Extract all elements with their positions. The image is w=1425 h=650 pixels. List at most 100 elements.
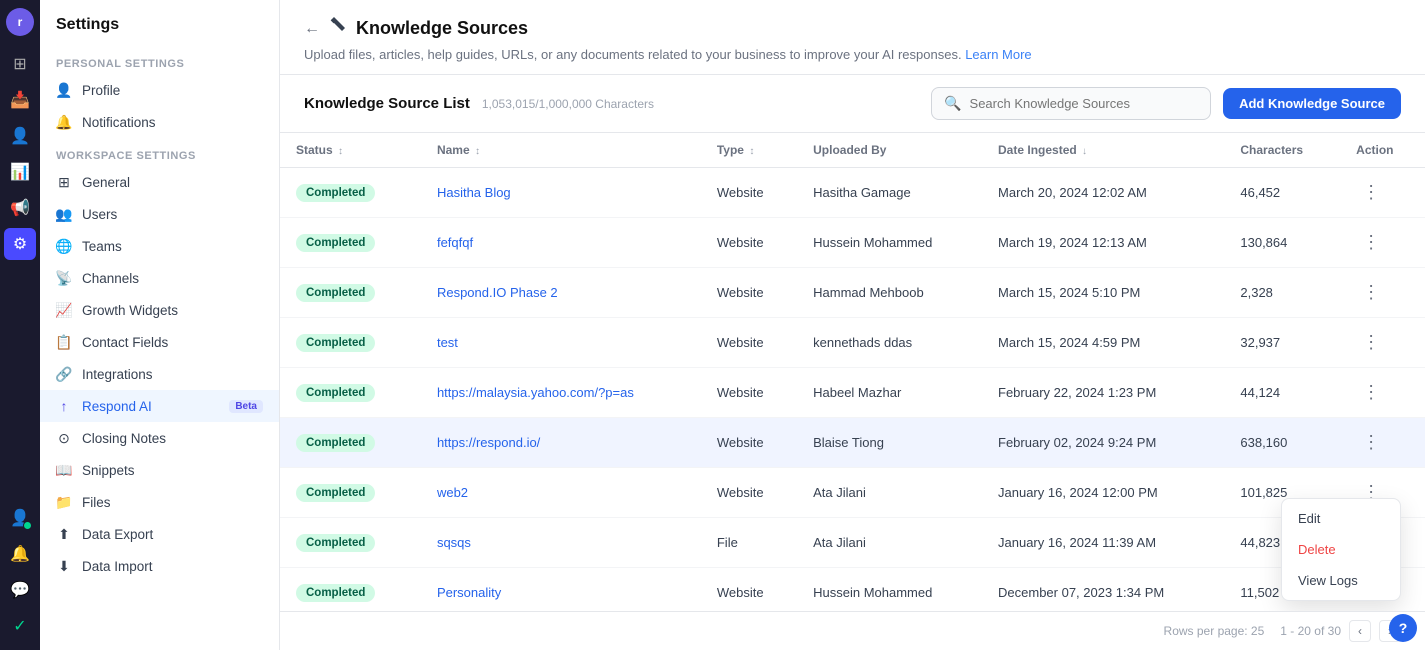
table-row: Completed Respond.IO Phase 2 Website Ham…	[280, 268, 1425, 318]
cell-status: Completed	[280, 468, 421, 518]
add-knowledge-source-button[interactable]: Add Knowledge Source	[1223, 88, 1401, 119]
sidebar-item-data-import-label: Data Import	[82, 559, 153, 574]
sidebar-item-teams[interactable]: 🌐 Teams	[40, 230, 279, 262]
cell-uploaded-by: Hussein Mohammed	[797, 568, 982, 612]
icon-chat[interactable]: 💬	[4, 574, 36, 606]
help-button[interactable]: ?	[1389, 614, 1417, 642]
cell-name: web2	[421, 468, 701, 518]
sidebar-item-closing-notes[interactable]: ⊙ Closing Notes	[40, 422, 279, 454]
row-action-button[interactable]: ⋮	[1356, 230, 1386, 255]
context-menu-view-logs[interactable]: View Logs	[1282, 565, 1400, 596]
context-menu: Edit Delete View Logs	[1281, 498, 1401, 601]
sidebar-item-users[interactable]: 👥 Users	[40, 198, 279, 230]
icon-contacts[interactable]: 👤	[4, 120, 36, 152]
row-action-button[interactable]: ⋮	[1356, 180, 1386, 205]
row-action-button[interactable]: ⋮	[1356, 280, 1386, 305]
knowledge-source-link[interactable]: web2	[437, 485, 468, 500]
page-title: Knowledge Sources	[356, 18, 528, 39]
status-badge: Completed	[296, 484, 375, 502]
icon-status[interactable]: 👤	[4, 502, 36, 534]
cell-action: ⋮	[1340, 268, 1425, 318]
knowledge-source-link[interactable]: https://respond.io/	[437, 435, 540, 450]
cell-uploaded-by: Hussein Mohammed	[797, 218, 982, 268]
sidebar-item-files[interactable]: 📁 Files	[40, 486, 279, 518]
cell-uploaded-by: Hammad Mehboob	[797, 268, 982, 318]
search-box: 🔍	[931, 87, 1211, 120]
sidebar-item-notifications[interactable]: 🔔 Notifications	[40, 106, 279, 138]
col-characters: Characters	[1224, 133, 1340, 168]
cell-status: Completed	[280, 168, 421, 218]
cell-characters: 32,937	[1224, 318, 1340, 368]
row-action-button[interactable]: ⋮	[1356, 380, 1386, 405]
cell-action: ⋮	[1340, 418, 1425, 468]
knowledge-source-link[interactable]: fefqfqf	[437, 235, 473, 250]
row-action-button[interactable]: ⋮	[1356, 330, 1386, 355]
status-badge: Completed	[296, 534, 375, 552]
sort-status-icon[interactable]: ↕	[338, 146, 343, 157]
page-subtitle: Upload files, articles, help guides, URL…	[304, 47, 1401, 62]
icon-settings[interactable]: ⚙	[4, 228, 36, 260]
workspace-settings-label: Workspace Settings	[40, 138, 279, 166]
col-name: Name ↕	[421, 133, 701, 168]
cell-name: Personality	[421, 568, 701, 612]
col-uploaded-by: Uploaded By	[797, 133, 982, 168]
cell-status: Completed	[280, 418, 421, 468]
growth-icon: 📈	[56, 302, 72, 318]
sidebar-item-profile[interactable]: 👤 Profile	[40, 74, 279, 106]
knowledge-source-link[interactable]: Personality	[437, 585, 501, 600]
context-menu-edit[interactable]: Edit	[1282, 503, 1400, 534]
sidebar-item-data-import[interactable]: ⬇ Data Import	[40, 550, 279, 582]
sidebar-item-growth-widgets[interactable]: 📈 Growth Widgets	[40, 294, 279, 326]
icon-dashboard[interactable]: ⊞	[4, 48, 36, 80]
cell-name: https://respond.io/	[421, 418, 701, 468]
cell-uploaded-by: Blaise Tiong	[797, 418, 982, 468]
table-row: Completed test Website kennethads ddas M…	[280, 318, 1425, 368]
channels-icon: 📡	[56, 270, 72, 286]
cell-status: Completed	[280, 568, 421, 612]
table-row: Completed Personality Website Hussein Mo…	[280, 568, 1425, 612]
context-menu-delete[interactable]: Delete	[1282, 534, 1400, 565]
sidebar-item-general[interactable]: ⊞ General	[40, 166, 279, 198]
icon-inbox[interactable]: 📥	[4, 84, 36, 116]
knowledge-sources-table: Status ↕ Name ↕ Type ↕ Uploaded By	[280, 133, 1425, 611]
cell-type: Website	[701, 468, 797, 518]
status-badge: Completed	[296, 384, 375, 402]
cell-action: ⋮	[1340, 218, 1425, 268]
sort-name-icon[interactable]: ↕	[475, 146, 480, 157]
icon-broadcast[interactable]: 📢	[4, 192, 36, 224]
icon-reports[interactable]: 📊	[4, 156, 36, 188]
sidebar-item-notifications-label: Notifications	[82, 115, 156, 130]
row-action-button[interactable]: ⋮	[1356, 430, 1386, 455]
teams-icon: 🌐	[56, 238, 72, 254]
sidebar-item-snippets[interactable]: 📖 Snippets	[40, 454, 279, 486]
sidebar-item-contact-fields[interactable]: 📋 Contact Fields	[40, 326, 279, 358]
sidebar-item-respond-ai[interactable]: ↑ Respond AI Beta	[40, 390, 279, 422]
sidebar: Settings Personal Settings 👤 Profile 🔔 N…	[40, 0, 280, 650]
sidebar-item-data-export[interactable]: ⬆ Data Export	[40, 518, 279, 550]
knowledge-source-link[interactable]: test	[437, 335, 458, 350]
sort-type-icon[interactable]: ↕	[749, 146, 754, 157]
sort-date-icon[interactable]: ↓	[1082, 146, 1087, 157]
cell-type: Website	[701, 268, 797, 318]
learn-more-link[interactable]: Learn More	[965, 47, 1031, 62]
icon-check[interactable]: ✓	[4, 610, 36, 642]
cell-status: Completed	[280, 268, 421, 318]
profile-icon: 👤	[56, 82, 72, 98]
knowledge-source-link[interactable]: sqsqs	[437, 535, 471, 550]
prev-page-button[interactable]: ‹	[1349, 620, 1371, 642]
knowledge-source-link[interactable]: Hasitha Blog	[437, 185, 511, 200]
cell-uploaded-by: Ata Jilani	[797, 518, 982, 568]
avatar[interactable]: r	[6, 8, 34, 36]
icon-notifications-bell[interactable]: 🔔	[4, 538, 36, 570]
knowledge-source-link[interactable]: Respond.IO Phase 2	[437, 285, 558, 300]
respond-ai-icon: ↑	[56, 398, 72, 414]
sidebar-item-channels-label: Channels	[82, 271, 139, 286]
cell-type: File	[701, 518, 797, 568]
back-button[interactable]: ←	[304, 20, 320, 38]
knowledge-source-link[interactable]: https://malaysia.yahoo.com/?p=as	[437, 385, 634, 400]
sidebar-item-closing-notes-label: Closing Notes	[82, 431, 166, 446]
search-input[interactable]	[970, 96, 1199, 111]
sidebar-item-channels[interactable]: 📡 Channels	[40, 262, 279, 294]
sidebar-item-integrations[interactable]: 🔗 Integrations	[40, 358, 279, 390]
col-type: Type ↕	[701, 133, 797, 168]
